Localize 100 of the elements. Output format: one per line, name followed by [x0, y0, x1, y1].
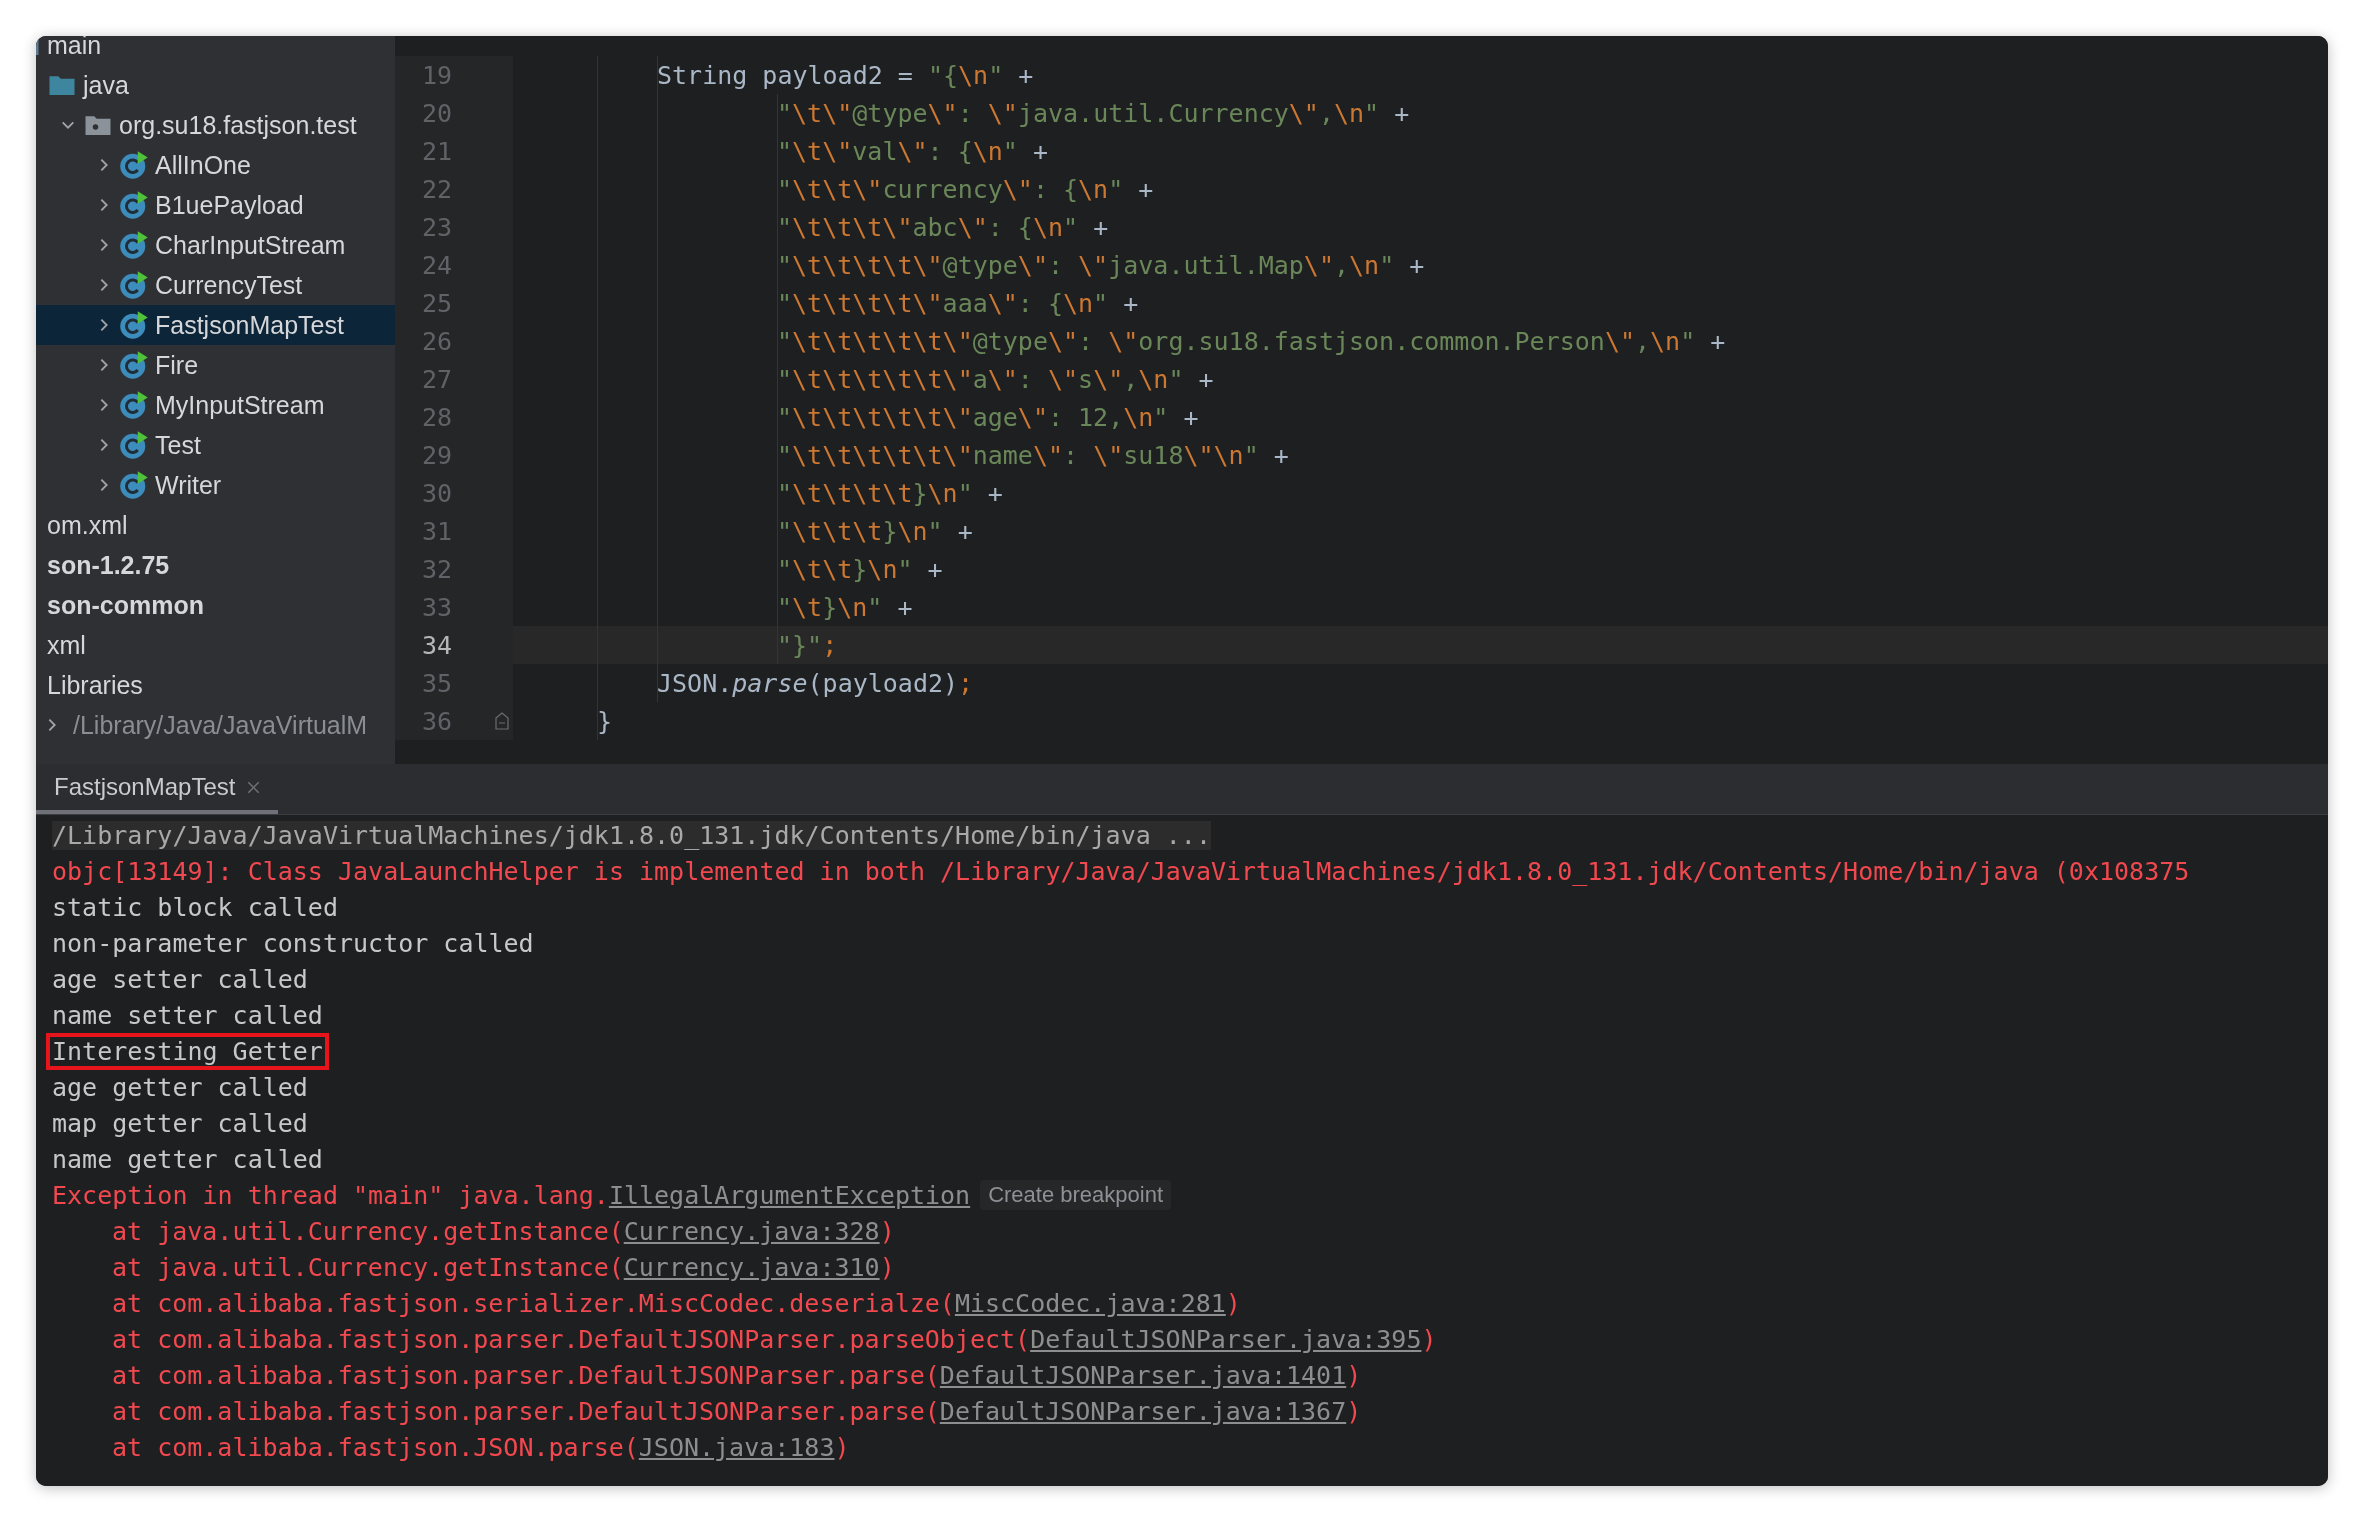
- console-text: static block called: [52, 892, 338, 922]
- console-text: ): [1421, 1324, 1437, 1354]
- fold-icon[interactable]: [495, 712, 509, 730]
- console-text: age setter called: [52, 964, 308, 994]
- tree-item[interactable]: xml: [36, 625, 395, 665]
- console-text: name getter called: [52, 1144, 323, 1174]
- code-line: "\t\t\t\t\"@type\": \"java.util.Map\",\n" +: [776, 250, 1425, 280]
- tree-item[interactable]: MyInputStream: [36, 385, 395, 425]
- source-link[interactable]: Currency.java:328: [623, 1216, 880, 1246]
- tree-item[interactable]: AllInOne: [36, 145, 395, 185]
- console-text: non-parameter constructor called: [52, 928, 534, 958]
- tree-item[interactable]: Libraries: [36, 665, 395, 705]
- tree-item[interactable]: CharInputStream: [36, 225, 395, 265]
- tree-item[interactable]: main: [36, 36, 395, 65]
- line-number: 30: [420, 478, 452, 508]
- code-line: "\t\t\t\t\"aaa\": {\n" +: [776, 288, 1139, 318]
- line-number: 25: [420, 288, 452, 318]
- code-line: "\t\"val\": {\n" +: [776, 136, 1048, 166]
- code-line: "\t\"@type\": \"java.util.Currency\",\n" +: [776, 98, 1410, 128]
- code-line: JSON.parse(payload2);: [656, 668, 974, 698]
- line-number: 24: [420, 250, 452, 280]
- tree-item[interactable]: Writer: [36, 465, 395, 505]
- source-link[interactable]: Currency.java:310: [623, 1252, 880, 1282]
- console-text: at java.util.Currency.getInstance(: [112, 1252, 624, 1282]
- class-icon: [119, 270, 149, 300]
- source-link[interactable]: IllegalArgumentException: [608, 1180, 971, 1210]
- tree-item[interactable]: org.su18.fastjson.test: [36, 105, 395, 145]
- source-link[interactable]: DefaultJSONParser.java:1401: [939, 1360, 1347, 1390]
- source-link[interactable]: MiscCodec.java:281: [954, 1288, 1226, 1318]
- line-number: 23: [420, 212, 452, 242]
- code-line: "\t\t\t\t\t\"name\": \"su18\"\n" +: [776, 440, 1289, 470]
- tree-item[interactable]: CurrencyTest: [36, 265, 395, 305]
- console-text: age getter called: [52, 1072, 308, 1102]
- console-text: at com.alibaba.fastjson.parser.DefaultJSONParser.parse(: [112, 1396, 940, 1426]
- tree-item[interactable]: om.xml: [36, 505, 395, 545]
- console-text: at com.alibaba.fastjson.JSON.parse(: [112, 1432, 639, 1462]
- code-line: String payload2 = "{\n" +: [656, 60, 1034, 90]
- class-icon: [119, 390, 149, 420]
- console-text: name setter called: [52, 1000, 323, 1030]
- console-text: at com.alibaba.fastjson.parser.DefaultJSONParser.parse(: [112, 1360, 940, 1390]
- console-text: ): [834, 1432, 850, 1462]
- line-number: 26: [420, 326, 452, 356]
- tree-item[interactable]: /Library/Java/JavaVirtualM: [36, 705, 395, 745]
- class-icon: [119, 230, 149, 260]
- console-text: ): [879, 1252, 895, 1282]
- tree-item[interactable]: son-1.2.75: [36, 545, 395, 585]
- console-text: at com.alibaba.fastjson.parser.DefaultJSONParser.parseObject(: [112, 1324, 1031, 1354]
- code-line: "}";: [776, 630, 838, 660]
- create-breakpoint-button[interactable]: Create breakpoint: [980, 1180, 1172, 1210]
- tree-item[interactable]: java: [36, 65, 395, 105]
- console-text: ): [1346, 1360, 1362, 1390]
- line-number: 33: [420, 592, 452, 622]
- line-number: 35: [420, 668, 452, 698]
- console-text: ): [879, 1216, 895, 1246]
- class-icon: [119, 430, 149, 460]
- class-icon: [119, 310, 149, 340]
- tree-item[interactable]: FastjsonMapTest: [36, 305, 395, 345]
- code-line: "\t\t\t}\n" +: [776, 516, 973, 546]
- line-number: 34: [420, 630, 452, 660]
- class-icon: [119, 190, 149, 220]
- console-text: at java.util.Currency.getInstance(: [112, 1216, 624, 1246]
- code-line: "\t\t\t\t\t\"a\": \"s\",\n" +: [776, 364, 1214, 394]
- console-text: ): [1346, 1396, 1362, 1426]
- code-line: "\t\t}\n" +: [776, 554, 943, 584]
- line-number: 32: [420, 554, 452, 584]
- source-link[interactable]: DefaultJSONParser.java:1367: [939, 1396, 1347, 1426]
- line-number: 21: [420, 136, 452, 166]
- line-number: 28: [420, 402, 452, 432]
- close-icon[interactable]: [247, 780, 261, 794]
- console-text: map getter called: [52, 1108, 308, 1138]
- console-text: at com.alibaba.fastjson.serializer.MiscCodec.deserialze(: [112, 1288, 955, 1318]
- line-number: 29: [420, 440, 452, 470]
- console-text: ): [1225, 1288, 1241, 1318]
- console-tab[interactable]: FastjsonMapTest: [36, 764, 279, 814]
- code-line: "\t\t\"currency\": {\n" +: [776, 174, 1154, 204]
- line-number: 31: [420, 516, 452, 546]
- line-number: 36: [420, 706, 452, 736]
- class-icon: [119, 470, 149, 500]
- class-icon: [119, 150, 149, 180]
- source-link[interactable]: DefaultJSONParser.java:395: [1030, 1324, 1422, 1354]
- source-link[interactable]: JSON.java:183: [638, 1432, 835, 1462]
- line-number: 27: [420, 364, 452, 394]
- code-line: "\t\t\t\"abc\": {\n" +: [776, 212, 1109, 242]
- console-text: objc[13149]: Class JavaLaunchHelper is implemented in both /Library/Java/JavaVirtualMachines/jdk1.8.0_131.jdk/Contents/Home/bin/java (0x108375: [52, 856, 2190, 886]
- line-number: 22: [420, 174, 452, 204]
- tree-item[interactable]: Fire: [36, 345, 395, 385]
- tree-item[interactable]: Test: [36, 425, 395, 465]
- console-text: Interesting Getter: [52, 1036, 323, 1066]
- line-number: 20: [420, 98, 452, 128]
- tree-item[interactable]: son-common: [36, 585, 395, 625]
- console-text: /Library/Java/JavaVirtualMachines/jdk1.8.0_131.jdk/Contents/Home/bin/java ...: [52, 820, 1211, 850]
- class-icon: [119, 350, 149, 380]
- tree-item[interactable]: B1uePayload: [36, 185, 395, 225]
- code-line: "\t\t\t\t\t\"age\": 12,\n" +: [776, 402, 1199, 432]
- code-line: "\t}\n" +: [776, 592, 913, 622]
- line-number: 19: [420, 60, 452, 90]
- code-line: "\t\t\t\t}\n" +: [776, 478, 1003, 508]
- console-text: Exception in thread "main" java.lang.: [52, 1180, 609, 1210]
- code-line: "\t\t\t\t\t\"@type\": \"org.su18.fastjson.common.Person\",\n" +: [776, 326, 1726, 356]
- code-line: }: [596, 706, 613, 736]
